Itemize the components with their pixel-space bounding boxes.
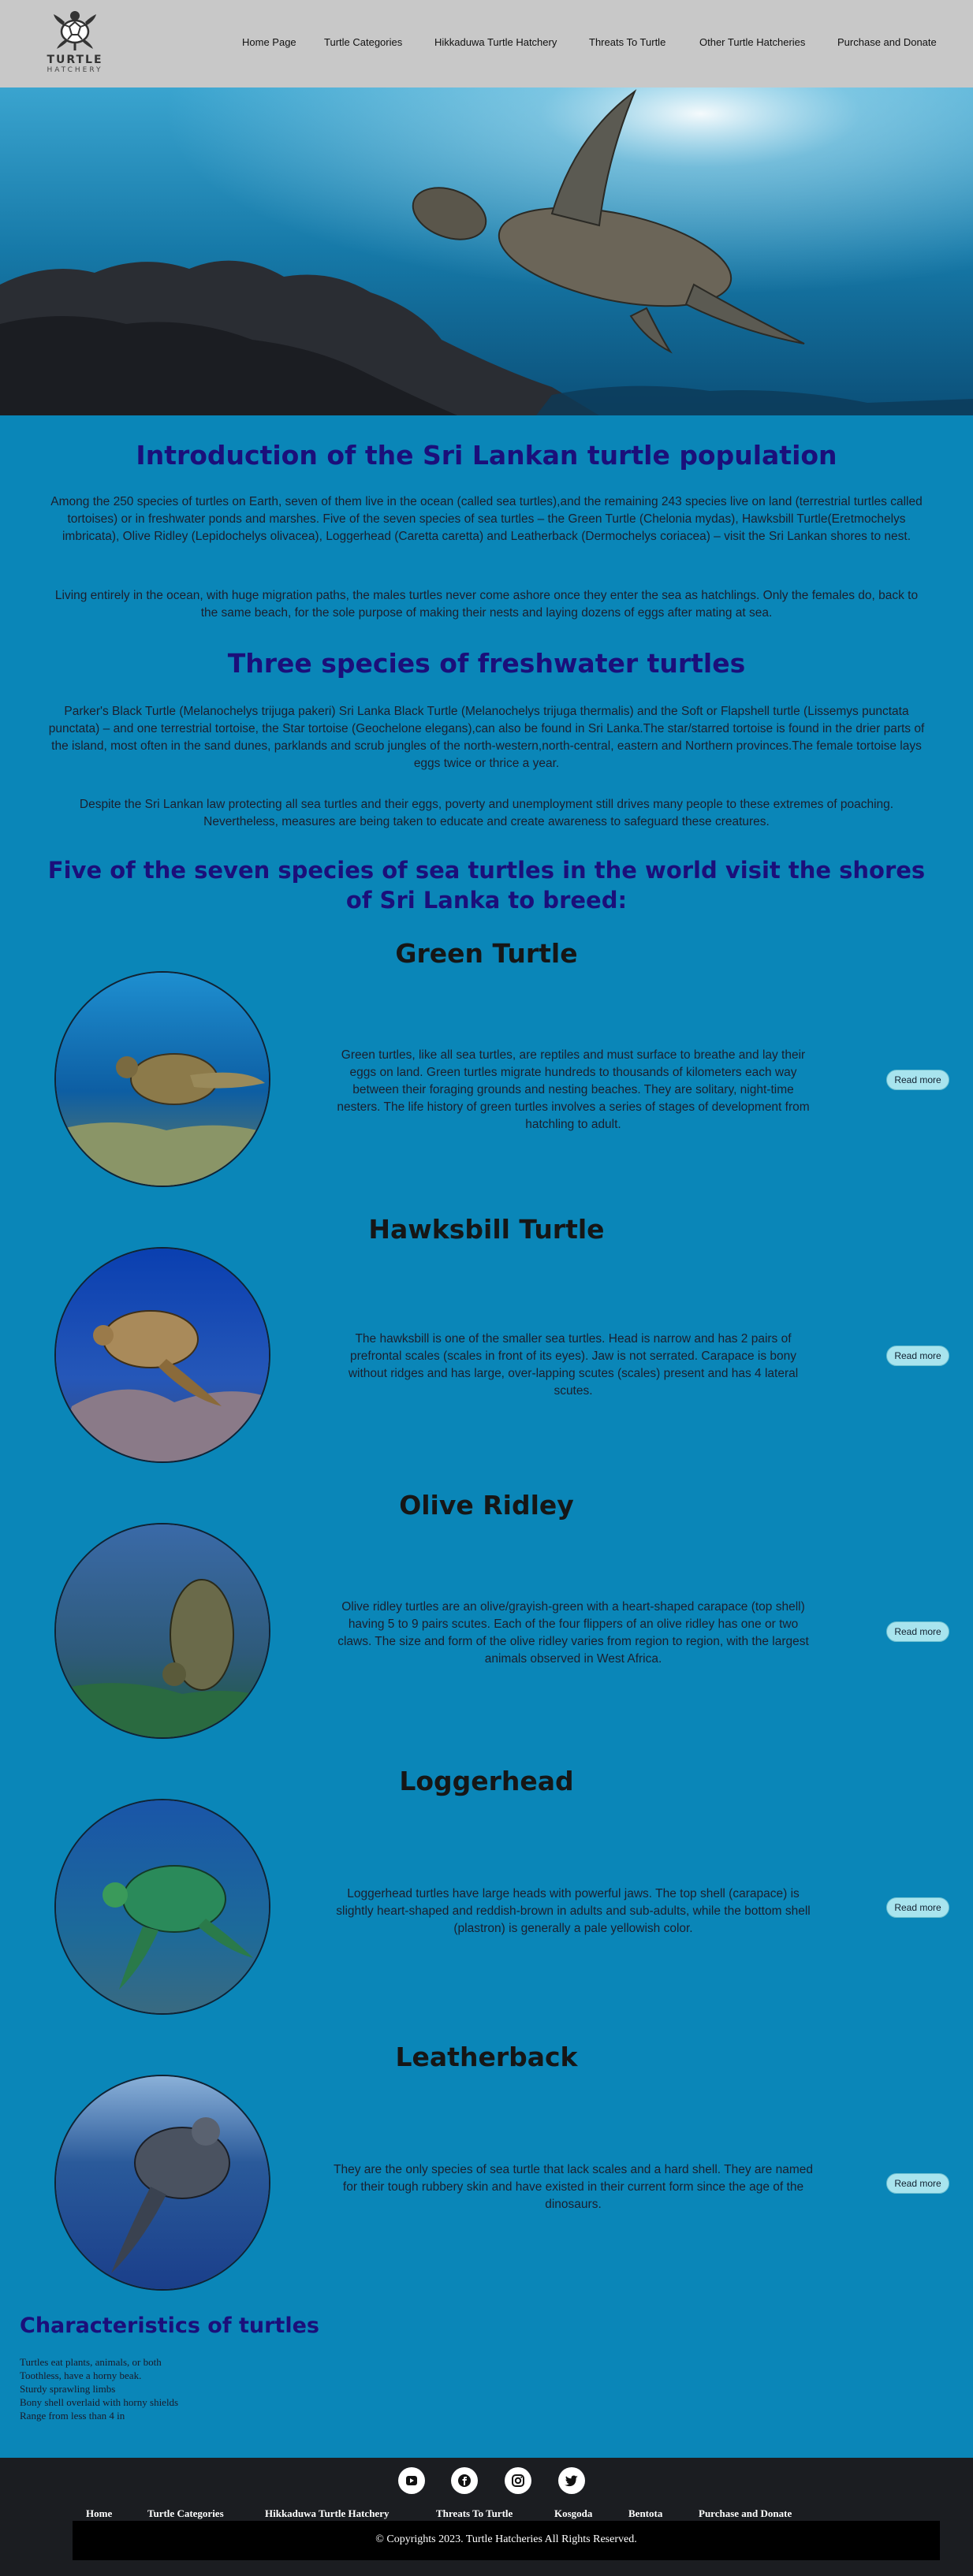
footer-nav-bentota[interactable]: Bentota — [628, 2507, 662, 2520]
nav-hikkaduwa-turtle-hatchery[interactable]: Hikkaduwa Turtle Hatchery — [434, 36, 557, 48]
species-desc-loggerhead: Loggerhead turtles have large heads with… — [336, 1887, 811, 1935]
species-desc-hawksbill-turtle: The hawksbill is one of the smaller sea … — [348, 1332, 799, 1398]
nav-purchase-and-donate[interactable]: Purchase and Donate — [837, 36, 937, 48]
logo-subtitle: HATCHERY — [47, 66, 103, 74]
intro-heading: Introduction of the Sri Lankan turtle po… — [136, 440, 837, 471]
list-item: Toothless, have a horny beak. — [20, 2369, 142, 2381]
footer-nav-kosgoda[interactable]: Kosgoda — [554, 2507, 592, 2520]
species-title-green-turtle: Green Turtle — [395, 938, 578, 969]
read-more-button[interactable]: Read more — [886, 1070, 949, 1090]
read-more-button[interactable]: Read more — [886, 1346, 949, 1366]
footer-nav-threats-to-turtle[interactable]: Threats To Turtle — [436, 2507, 513, 2520]
footer-nav-home[interactable]: Home — [86, 2507, 112, 2520]
list-item: Sturdy sprawling limbs — [20, 2383, 116, 2395]
list-item: Turtles eat plants, animals, or both — [20, 2356, 162, 2368]
nav-home-page[interactable]: Home Page — [242, 36, 296, 48]
list-item: Bony shell overlaid with horny shields — [20, 2396, 179, 2408]
instagram-icon[interactable] — [505, 2467, 531, 2494]
logo-title: TURTLE — [47, 54, 103, 66]
hawksbill-turtle-image — [54, 1247, 270, 1463]
species-title-hawksbill-turtle: Hawksbill Turtle — [368, 1214, 605, 1245]
characteristics-heading: Characteristics of turtles — [20, 2314, 319, 2338]
green-turtle-image — [54, 971, 270, 1187]
facebook-icon[interactable] — [451, 2467, 478, 2494]
species-title-loggerhead: Loggerhead — [399, 1766, 574, 1796]
main-nav: Home Page Turtle Categories Hikkaduwa Tu… — [0, 36, 973, 52]
copyright-text: © Copyrights 2023. Turtle Hatcheries All… — [375, 2533, 637, 2545]
read-more-button[interactable]: Read more — [886, 1897, 949, 1918]
footer-nav-turtle-categories[interactable]: Turtle Categories — [147, 2507, 224, 2520]
sea-turtles-heading: Five of the seven species of sea turtles… — [47, 857, 926, 914]
intro-paragraph-2: Living entirely in the ocean, with huge … — [54, 589, 919, 620]
species-title-olive-ridley: Olive Ridley — [399, 1490, 574, 1521]
site-header: TURTLE HATCHERY Home Page Turtle Categor… — [0, 0, 973, 87]
leatherback-image — [54, 2075, 270, 2291]
loggerhead-image — [54, 1799, 270, 2015]
read-more-button[interactable]: Read more — [886, 1621, 949, 1642]
footer-nav-hikkaduwa-turtle-hatchery[interactable]: Hikkaduwa Turtle Hatchery — [265, 2507, 389, 2520]
species-desc-leatherback: They are the only species of sea turtle … — [334, 2163, 813, 2211]
species-title-leatherback: Leatherback — [395, 2042, 578, 2072]
species-desc-green-turtle: Green turtles, like all sea turtles, are… — [337, 1048, 810, 1131]
copyright-bar: © Copyrights 2023. Turtle Hatcheries All… — [73, 2521, 940, 2560]
freshwater-heading: Three species of freshwater turtles — [227, 648, 746, 679]
twitter-icon[interactable] — [558, 2467, 585, 2494]
nav-turtle-categories[interactable]: Turtle Categories — [324, 36, 402, 48]
olive-ridley-image — [54, 1523, 270, 1739]
intro-paragraph-1: Among the 250 species of turtles on Eart… — [50, 495, 923, 543]
nav-other-turtle-hatcheries[interactable]: Other Turtle Hatcheries — [699, 36, 805, 48]
site-footer: Home Turtle Categories Hikkaduwa Turtle … — [0, 2458, 973, 2576]
read-more-button[interactable]: Read more — [886, 2173, 949, 2194]
nav-threats-to-turtle[interactable]: Threats To Turtle — [589, 36, 665, 48]
footer-nav-purchase-and-donate[interactable]: Purchase and Donate — [699, 2507, 792, 2520]
youtube-icon[interactable] — [398, 2467, 425, 2494]
freshwater-paragraph-1: Parker's Black Turtle (Melanochelys trij… — [48, 705, 925, 770]
species-desc-olive-ridley: Olive ridley turtles are an olive/grayis… — [337, 1600, 809, 1666]
freshwater-paragraph-2: Despite the Sri Lankan law protecting al… — [79, 798, 894, 828]
hero-image — [0, 87, 973, 415]
characteristics-list: Turtles eat plants, animals, or both Too… — [20, 2355, 178, 2422]
list-item: Range from less than 4 in — [20, 2410, 125, 2422]
